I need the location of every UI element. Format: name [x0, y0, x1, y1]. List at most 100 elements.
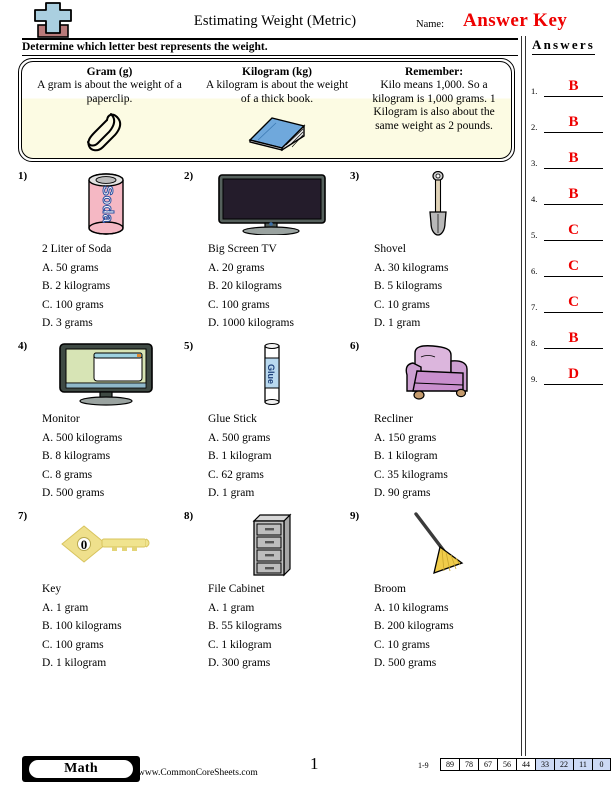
answer-row-6: 6. C: [531, 241, 605, 277]
questions-grid: 1) Soda 2 Liter of Soda A. 50 grams B. 2…: [18, 170, 518, 680]
question-cell-8: 8) File Cabinet A. 1 gram B. 55 kilogram…: [184, 510, 350, 680]
info-column-remember: Remember: Kilo means 1,000. So a kilogra…: [357, 62, 511, 158]
choice-d[interactable]: D. 1 gram: [208, 484, 358, 503]
question-label: Recliner: [374, 413, 413, 425]
monitor-icon: [36, 340, 176, 408]
answer-row-3: 3. B: [531, 133, 605, 169]
answer-row-2: 2. B: [531, 97, 605, 133]
info-remember-text: Kilo means 1,000. So a kilogram is 1,000…: [372, 79, 496, 132]
choice-c[interactable]: C. 10 grams: [374, 296, 524, 315]
choice-a[interactable]: A. 30 kilograms: [374, 259, 524, 278]
choice-d[interactable]: D. 3 grams: [42, 314, 192, 333]
key-icon: 0: [36, 510, 176, 578]
question-label: File Cabinet: [208, 583, 265, 595]
site-url: www.CommonCoreSheets.com: [138, 768, 258, 778]
question-body: Glue Stick A. 500 grams B. 1 kilogram C.…: [208, 410, 358, 503]
choice-b[interactable]: B. 55 kilograms: [208, 617, 358, 636]
answer-slot: B: [544, 149, 603, 169]
page-footer: Math www.CommonCoreSheets.com 1 1-9 89 7…: [0, 752, 612, 792]
choice-c[interactable]: C. 35 kilograms: [374, 466, 524, 485]
question-cell-9: 9) Broom A. 10 kilograms B. 200 kilogram…: [350, 510, 516, 680]
choice-c[interactable]: C. 10 grams: [374, 636, 524, 655]
choice-a[interactable]: A. 1 gram: [208, 599, 358, 618]
answer-slot: C: [544, 257, 603, 277]
choice-a[interactable]: A. 1 gram: [42, 599, 192, 618]
answer-row-9: 9. D: [531, 349, 605, 385]
question-body: Broom A. 10 kilograms B. 200 kilograms C…: [374, 580, 524, 673]
choice-a[interactable]: A. 50 grams: [42, 259, 192, 278]
answer-letter: B: [568, 330, 579, 346]
question-number: 8): [184, 510, 194, 522]
choice-d[interactable]: D. 1 gram: [374, 314, 524, 333]
scale-cell: 22: [554, 758, 573, 771]
choice-c[interactable]: C. 100 grams: [42, 296, 192, 315]
glue-stick-icon: Glue: [202, 340, 342, 408]
book-icon: [197, 110, 357, 154]
choice-d[interactable]: D. 1000 kilograms: [208, 314, 358, 333]
info-remember-title: Remember:: [404, 66, 464, 78]
page-title: Estimating Weight (Metric): [193, 13, 357, 29]
svg-text:Glue: Glue: [266, 364, 276, 384]
choice-c[interactable]: C. 1 kilogram: [208, 636, 358, 655]
answer-number: 1.: [531, 86, 538, 96]
choice-d[interactable]: D. 300 grams: [208, 654, 358, 673]
paperclip-icon: [22, 110, 197, 154]
choice-a[interactable]: A. 150 grams: [374, 429, 524, 448]
scale-cell: 11: [573, 758, 592, 771]
question-cell-1: 1) Soda 2 Liter of Soda A. 50 grams B. 2…: [18, 170, 184, 340]
broom-icon: [368, 510, 508, 578]
answer-number: 3.: [531, 158, 538, 168]
info-kilogram-text: A kilogram is about the weight of a thic…: [205, 79, 349, 105]
choice-c[interactable]: C. 100 grams: [208, 296, 358, 315]
choice-b[interactable]: B. 200 kilograms: [374, 617, 524, 636]
soda-can-icon: Soda: [36, 170, 176, 238]
scale-cell: 67: [478, 758, 497, 771]
answer-letter: C: [568, 294, 579, 310]
answers-heading: Answers: [532, 37, 596, 55]
question-number: 3): [350, 170, 360, 182]
answer-slot: B: [544, 77, 603, 97]
choice-d[interactable]: D. 500 grams: [374, 654, 524, 673]
choice-d[interactable]: D. 500 grams: [42, 484, 192, 503]
question-number: 7): [18, 510, 28, 522]
scale-cell: 0: [592, 758, 611, 771]
question-label: Monitor: [42, 413, 80, 425]
question-label: Broom: [374, 583, 406, 595]
scale-cell: 44: [516, 758, 535, 771]
choice-b[interactable]: B. 5 kilograms: [374, 277, 524, 296]
choice-c[interactable]: C. 62 grams: [208, 466, 358, 485]
choice-c[interactable]: C. 100 grams: [42, 636, 192, 655]
choice-a[interactable]: A. 10 kilograms: [374, 599, 524, 618]
choice-b[interactable]: B. 8 kilograms: [42, 447, 192, 466]
answer-letter: C: [568, 222, 579, 238]
worksheet-page: Estimating Weight (Metric) Name: Answer …: [0, 0, 612, 792]
choice-a[interactable]: A. 20 grams: [208, 259, 358, 278]
file-cabinet-icon: [202, 510, 342, 578]
scale-cell: 33: [535, 758, 554, 771]
question-number: 2): [184, 170, 194, 182]
choice-a[interactable]: A. 500 kilograms: [42, 429, 192, 448]
choice-b[interactable]: B. 20 kilograms: [208, 277, 358, 296]
answer-letter: B: [568, 114, 579, 130]
choice-d[interactable]: D. 1 kilogram: [42, 654, 192, 673]
answers-column-divider: [521, 36, 527, 756]
choice-a[interactable]: A. 500 grams: [208, 429, 358, 448]
scale-range-label: 1-9: [418, 761, 429, 770]
svg-text:0: 0: [81, 537, 88, 552]
scale-cell: 78: [459, 758, 478, 771]
choice-b[interactable]: B. 1 kilogram: [208, 447, 358, 466]
answer-slot: C: [544, 221, 603, 241]
choice-b[interactable]: B. 100 kilograms: [42, 617, 192, 636]
question-cell-5: 5) Glue Glue Stick A. 500 grams B. 1 kil…: [184, 340, 350, 510]
plus-block-logo-icon: [22, 2, 84, 40]
choice-b[interactable]: B. 1 kilogram: [374, 447, 524, 466]
answer-slot: B: [544, 329, 603, 349]
shovel-icon: [368, 170, 508, 238]
choice-c[interactable]: C. 8 grams: [42, 466, 192, 485]
choice-d[interactable]: D. 90 grams: [374, 484, 524, 503]
info-gram-title: Gram (g): [86, 66, 133, 78]
answer-row-8: 8. B: [531, 313, 605, 349]
scale-cell: 56: [497, 758, 516, 771]
question-body: Big Screen TV A. 20 grams B. 20 kilogram…: [208, 240, 358, 333]
choice-b[interactable]: B. 2 kilograms: [42, 277, 192, 296]
